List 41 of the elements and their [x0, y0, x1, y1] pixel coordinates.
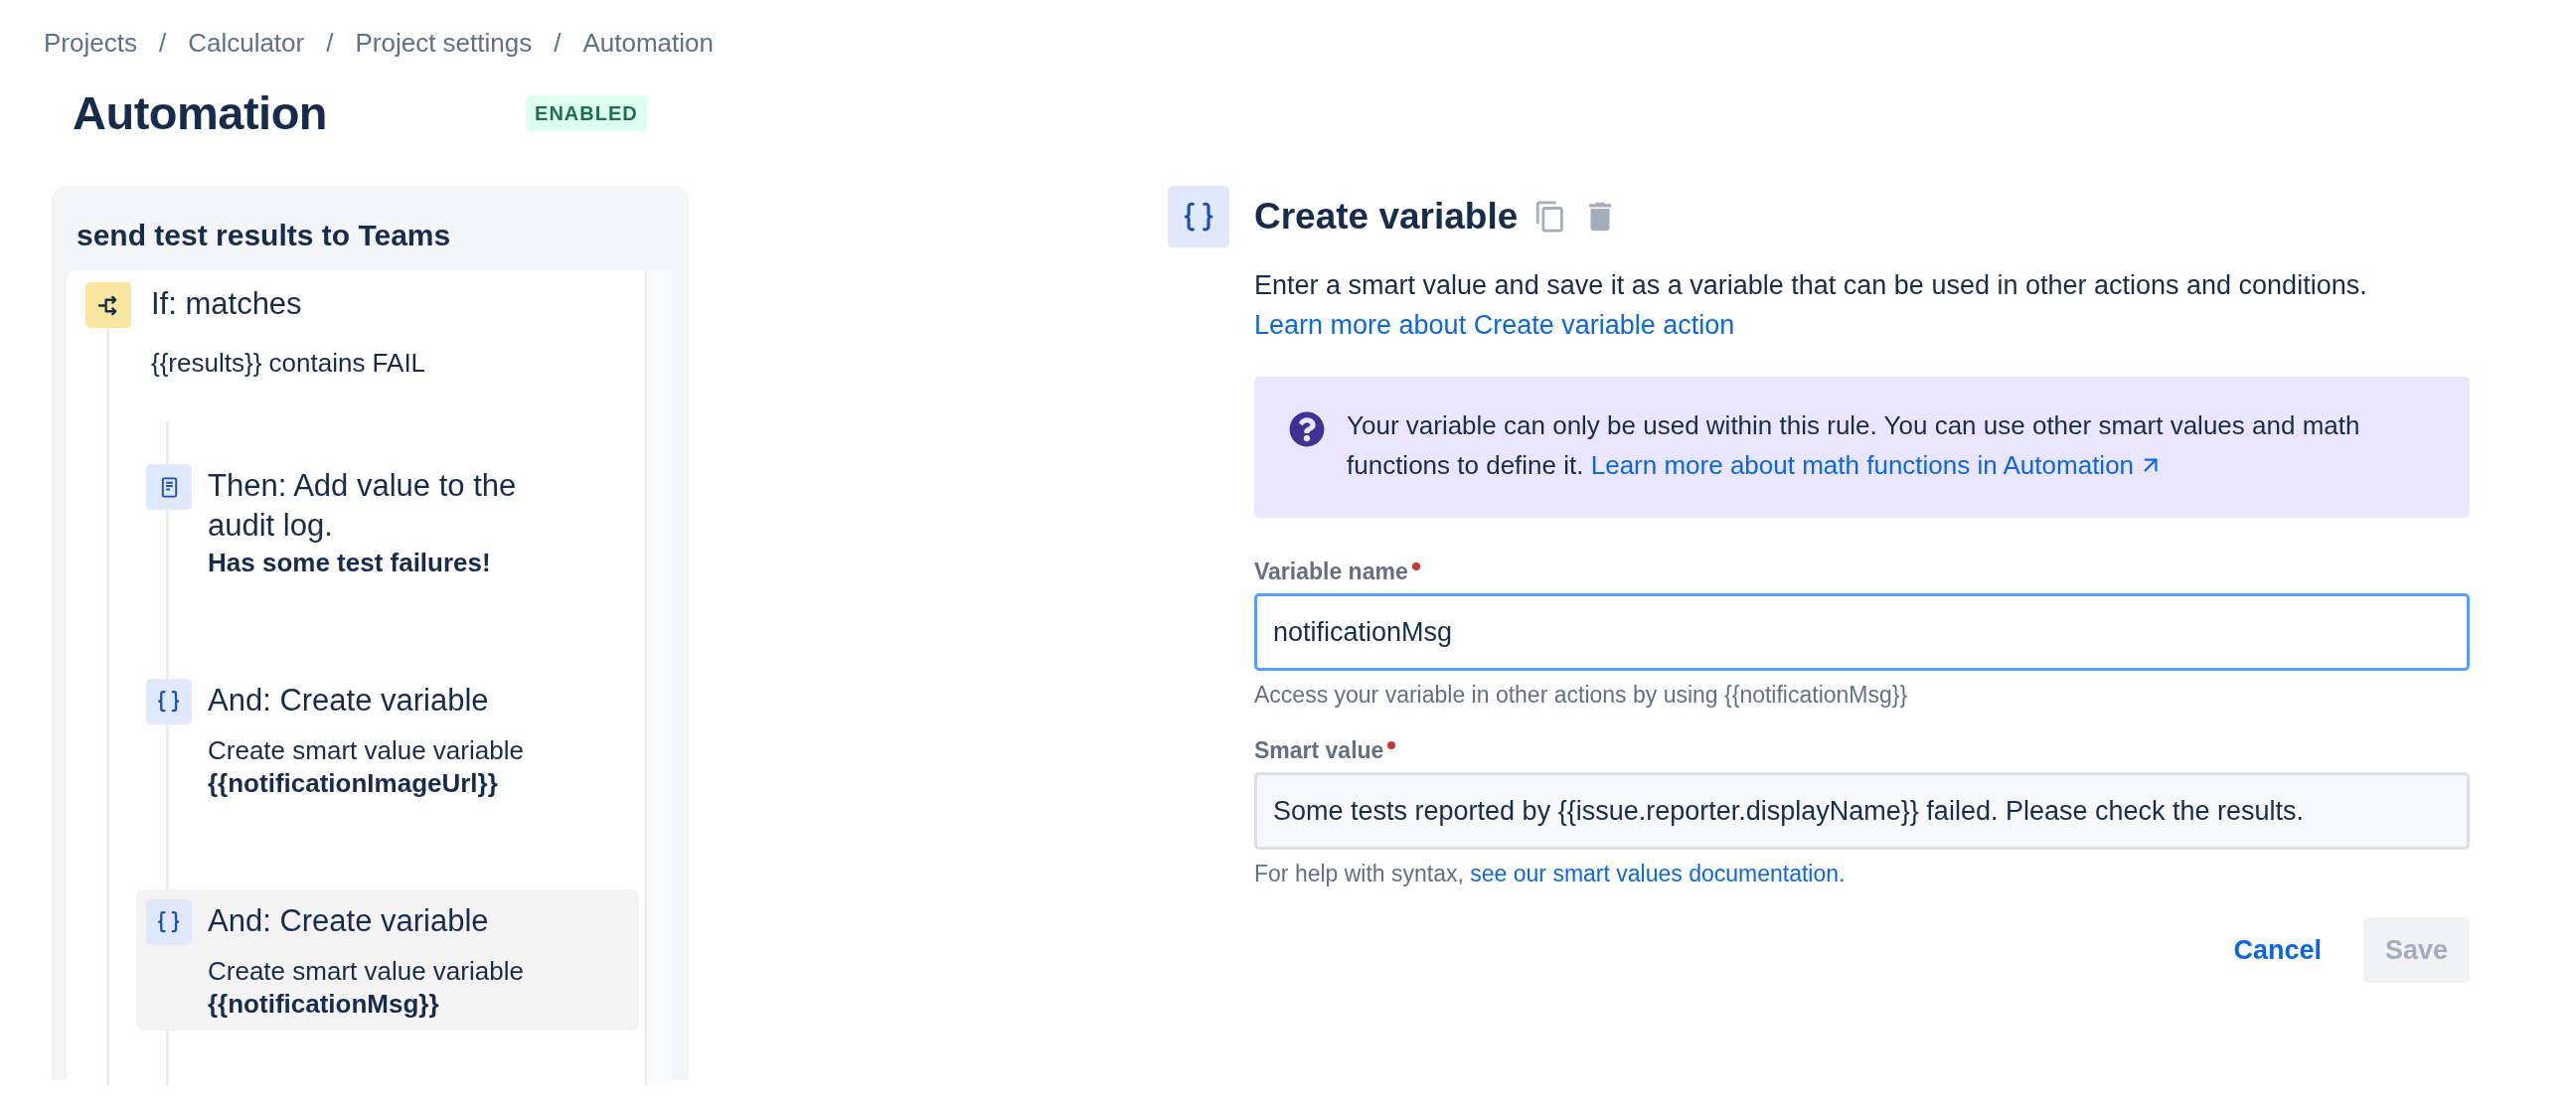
- step-title: If: matches: [151, 285, 303, 323]
- rule-step[interactable]: Then: Add value to the audit log. Has some test failures!: [136, 454, 639, 589]
- help-icon: [1289, 411, 1325, 447]
- breadcrumb-separator: /: [554, 26, 562, 60]
- page-title: Automation: [73, 84, 328, 141]
- step-detail: {{results}} contains FAIL: [151, 347, 426, 380]
- text-input[interactable]: Some tests reported by {{issue.reporter.displayName}} failed. Please check the results.: [1254, 772, 2470, 850]
- info-text: Your variable can only be used within this rule. You can use other smart values and math functions to define it. Learn more about math functions in Automation: [1347, 405, 2430, 489]
- breadcrumb-link[interactable]: Automation: [582, 23, 714, 63]
- step-detail: Create smart value variable: [208, 734, 525, 766]
- braces-icon: [1168, 186, 1229, 247]
- rule-step[interactable]: And: Create variable Create smart value variable {{notificationMsg}}: [136, 889, 639, 1031]
- rule-title: send test results to Teams: [76, 218, 452, 253]
- step-value: {{notificationImageUrl}}: [208, 767, 499, 800]
- rule-step[interactable]: And: Create variable Create smart value variable {{notificationImageUrl}}: [136, 669, 639, 810]
- field-label: Variable name: [1254, 557, 1408, 586]
- step-value: {{notificationMsg}}: [208, 988, 440, 1021]
- step-detail: Create smart value variable: [208, 955, 525, 987]
- field-help: Access your variable in other actions by using {{notificationMsg}}: [1254, 681, 1909, 710]
- branch-icon: [85, 282, 131, 328]
- step-title: Then: Add value to the audit log.: [208, 467, 518, 545]
- field-help: For help with syntax, see our smart values documentation.: [1254, 860, 1847, 888]
- breadcrumb-link[interactable]: Calculator: [188, 23, 305, 63]
- breadcrumb-separator: /: [326, 26, 334, 60]
- editor-title: Create variable: [1254, 195, 1519, 240]
- editor-description: Enter a smart value and save it as a variable that can be used in other actions and conditions.: [1254, 269, 2368, 302]
- text-input[interactable]: notificationMsg: [1254, 593, 2470, 671]
- field-label: Smart value: [1254, 735, 1384, 765]
- learn-more-link[interactable]: Learn more about Create variable action: [1254, 305, 1735, 345]
- cancel-button[interactable]: Cancel: [2211, 917, 2343, 983]
- step-title: And: Create variable: [208, 902, 490, 940]
- breadcrumb-link[interactable]: Projects: [44, 23, 137, 63]
- status-badge: ENABLED: [526, 95, 647, 131]
- breadcrumb-separator: /: [158, 26, 167, 60]
- breadcrumb-link[interactable]: Project settings: [355, 23, 533, 63]
- math-functions-link[interactable]: Learn more about math functions in Automation: [1590, 445, 2165, 485]
- rule-step[interactable]: If: matches {{results}} contains FAIL: [67, 282, 645, 380]
- step-value: Has some test failures!: [208, 547, 492, 579]
- braces-icon: [146, 899, 192, 945]
- documentation-link[interactable]: see our smart values documentation.: [1470, 861, 1846, 886]
- step-title: And: Create variable: [208, 682, 490, 719]
